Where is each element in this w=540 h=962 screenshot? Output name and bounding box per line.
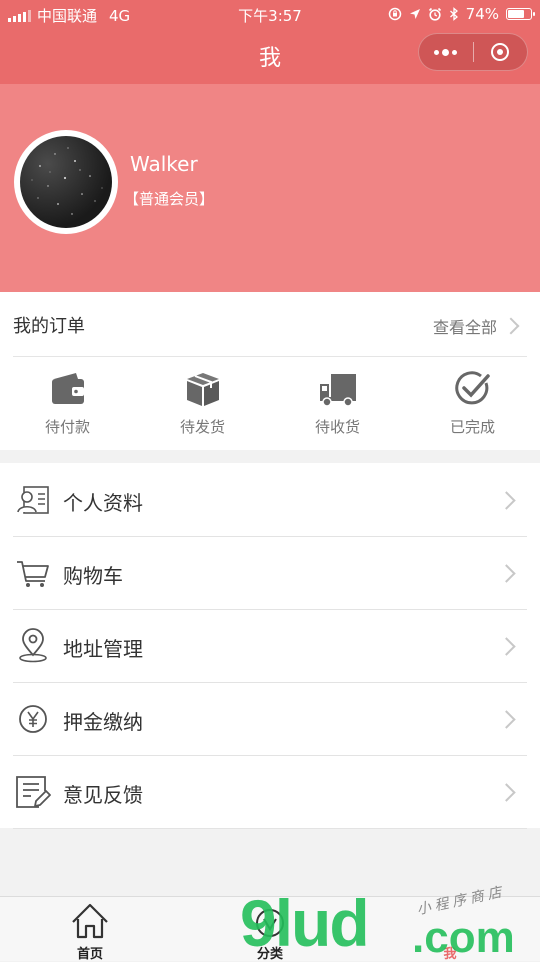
username: Walker [130, 152, 198, 176]
chevron-right-icon [497, 564, 516, 583]
order-tab-pending-payment[interactable]: 待付款 [0, 358, 135, 450]
tab-label: 分类 [256, 947, 283, 962]
order-tab-label: 已完成 [449, 418, 495, 436]
order-tab-pending-receipt[interactable]: 待收货 [270, 358, 405, 450]
feedback-icon [16, 776, 51, 808]
home-icon [72, 903, 108, 939]
category-icon [256, 909, 284, 937]
order-tab-label: 待收货 [314, 418, 360, 436]
menu-item-label: 意见反馈 [63, 783, 143, 807]
profile-card-icon [17, 486, 49, 514]
mini-program-capsule [418, 33, 528, 71]
target-icon [491, 43, 510, 61]
yen-icon [19, 705, 47, 733]
location-icon [409, 9, 420, 19]
menu-item-feedback[interactable]: 意见反馈 [13, 755, 527, 829]
navigation-bar: 我 [0, 30, 540, 84]
menu-item-profile[interactable]: 个人资料 [13, 463, 527, 537]
starfield-image [31, 147, 103, 215]
member-level: 【普通会员】 [124, 190, 215, 208]
chevron-right-icon [497, 783, 516, 802]
bottom-tab-bar: 首页 分类 我 [0, 896, 540, 962]
avatar-image [20, 136, 112, 228]
menu-item-label: 押金缴纳 [63, 710, 143, 734]
order-tab-label: 待付款 [44, 418, 90, 436]
menu-item-deposit[interactable]: 押金缴纳 [13, 682, 527, 756]
more-dots-icon [434, 48, 458, 56]
order-tab-label: 待发货 [179, 418, 225, 436]
menu-item-label: 地址管理 [63, 637, 143, 661]
chevron-right-icon [497, 710, 516, 729]
chevron-right-icon [497, 637, 516, 656]
alarm-icon [428, 7, 441, 21]
view-all-orders-link[interactable]: 查看全部 [432, 314, 520, 338]
more-button[interactable] [419, 34, 473, 70]
view-all-label: 查看全部 [432, 318, 497, 337]
orders-section: 我的订单 查看全部 待付款 待发货 待收货 已完成 [0, 292, 540, 450]
wallet-icon [51, 373, 84, 404]
status-bar: 中国联通 4G 下午3:57 74% [0, 0, 540, 30]
menu-list: 个人资料 购物车 地址管理 押金缴纳 意见反馈 [0, 463, 540, 829]
check-circle-icon [454, 371, 490, 405]
tab-label: 我 [443, 947, 457, 962]
battery-percent: 74% [465, 5, 499, 23]
orders-title: 我的订单 [13, 316, 85, 337]
tab-label: 首页 [76, 947, 103, 962]
orders-header: 我的订单 查看全部 [13, 292, 527, 357]
menu-item-label: 购物车 [63, 564, 123, 588]
order-status-tabs: 待付款 待发货 待收货 已完成 [0, 358, 540, 450]
status-right: 74% [388, 5, 535, 23]
menu-item-label: 个人资料 [63, 491, 143, 515]
truck-icon [319, 374, 356, 407]
box-icon [186, 373, 219, 406]
tab-me[interactable]: 我 [360, 897, 540, 962]
order-tab-pending-shipment[interactable]: 待发货 [135, 358, 270, 450]
chevron-right-icon [502, 317, 520, 335]
chevron-right-icon [497, 491, 516, 510]
location-pin-icon [19, 628, 47, 663]
tab-category[interactable]: 分类 [180, 897, 360, 962]
rotation-lock-icon [388, 7, 401, 21]
avatar[interactable] [14, 130, 118, 234]
order-tab-completed[interactable]: 已完成 [405, 358, 540, 450]
profile-header: Walker 【普通会员】 [0, 84, 540, 292]
close-mini-program-button[interactable] [474, 34, 528, 70]
menu-item-address[interactable]: 地址管理 [13, 609, 527, 683]
battery-icon [506, 8, 535, 20]
menu-item-cart[interactable]: 购物车 [13, 536, 527, 610]
cart-icon [17, 561, 49, 587]
tab-home[interactable]: 首页 [0, 897, 180, 962]
bluetooth-icon [449, 7, 458, 21]
